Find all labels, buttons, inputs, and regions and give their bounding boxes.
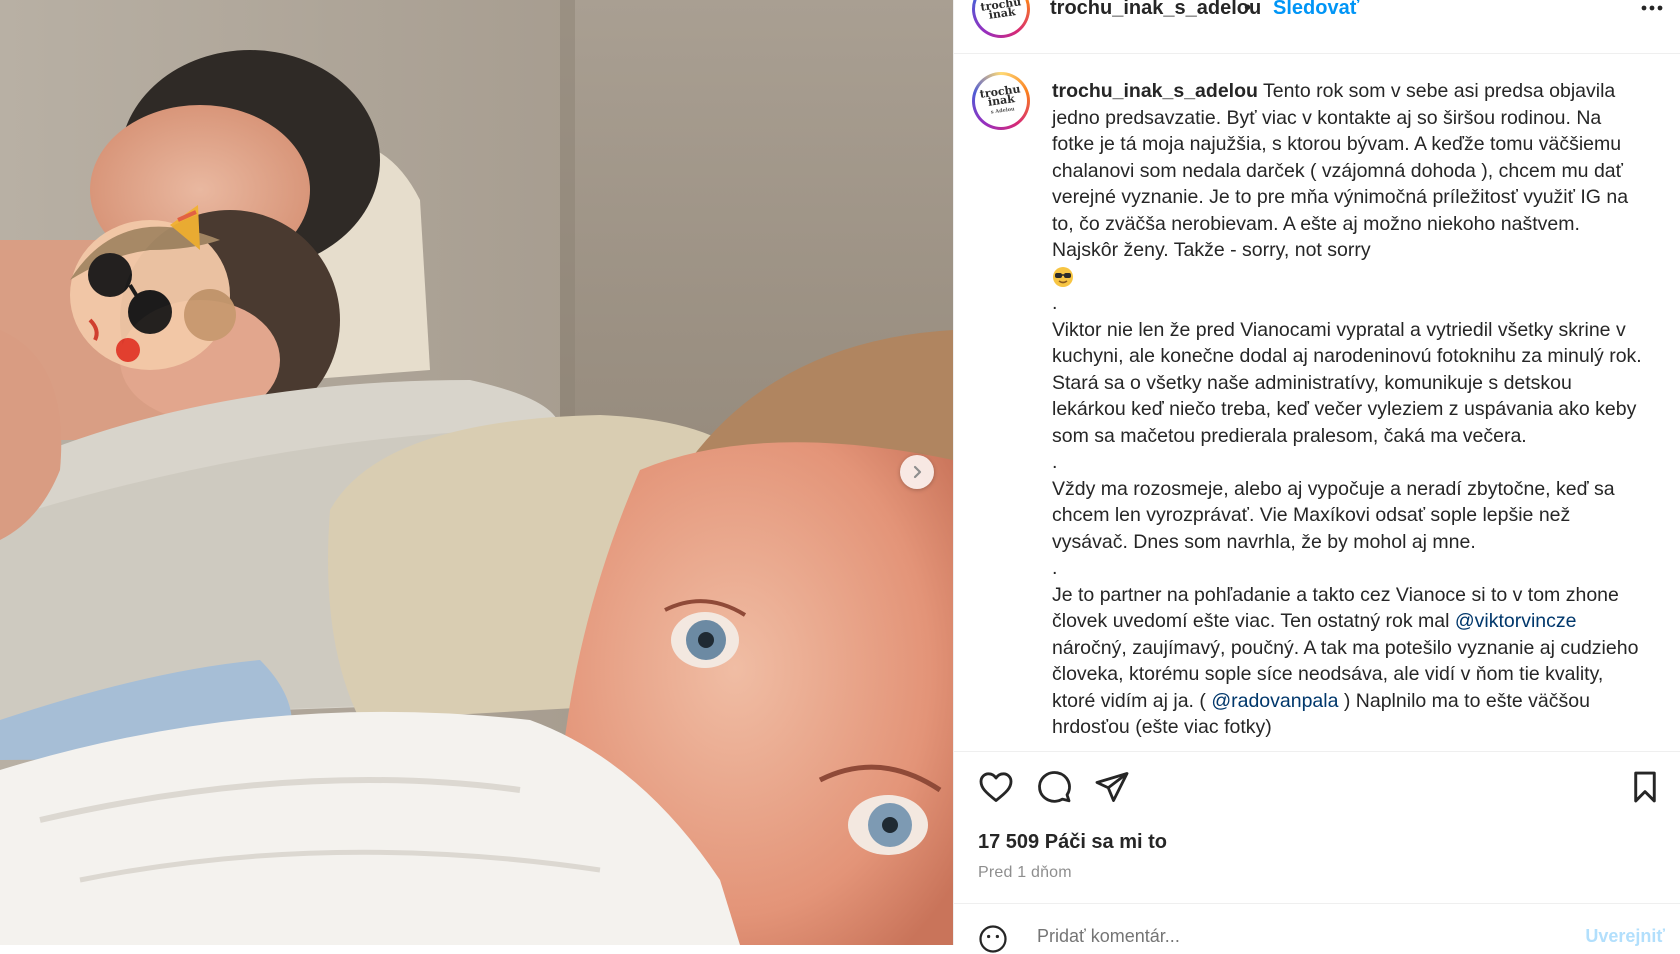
caption-paragraph-3: Vždy ma rozosmeje, alebo aj vypočuje a n…	[1052, 477, 1615, 553]
send-icon[interactable]	[1094, 770, 1130, 804]
post-sidebar: trochu inak trochu_inak_s_adelou • Sledo…	[953, 0, 1680, 953]
post-header: trochu inak trochu_inak_s_adelou • Sledo…	[954, 0, 1680, 54]
caption-area[interactable]: trochu inak s Adelou trochu_inak_s_adelo…	[954, 54, 1680, 751]
post-timestamp: Pred 1 dňom	[978, 864, 1072, 881]
caption-author-avatar[interactable]: trochu inak s Adelou	[972, 72, 1030, 130]
bookmark-icon[interactable]	[1629, 770, 1661, 804]
comment-icon[interactable]	[1036, 770, 1072, 804]
mention-link[interactable]: @viktorvincze	[1455, 610, 1577, 632]
author-username[interactable]: trochu_inak_s_adelou	[1050, 0, 1261, 20]
follow-button[interactable]: Sledovať	[1273, 0, 1359, 20]
author-avatar[interactable]: trochu inak	[972, 0, 1030, 38]
caption-dot-3: .	[1052, 557, 1058, 579]
smile-icon[interactable]	[978, 924, 1008, 954]
heart-icon[interactable]	[978, 770, 1014, 804]
post-actions: 17 509 Páči sa mi to Pred 1 dňom	[954, 751, 1680, 902]
post-photo[interactable]	[0, 0, 953, 945]
caption-paragraph-2: Viktor nie len že pred Vianocami vyprata…	[1052, 318, 1642, 447]
comment-input[interactable]	[1037, 926, 1517, 947]
caption-text: trochu_inak_s_adelou Tento rok som v seb…	[1052, 78, 1647, 741]
more-horizontal-icon[interactable]	[1639, 0, 1665, 18]
caption-dot-1: .	[1052, 292, 1058, 314]
caption-dot-2: .	[1052, 451, 1058, 473]
caption-paragraph-1: Tento rok som v sebe asi predsa objavila…	[1052, 80, 1629, 261]
mention-link[interactable]: @radovanpala	[1211, 690, 1338, 712]
avatar-logo: trochu inak s Adelou	[978, 81, 1021, 116]
chevron-right-icon	[913, 465, 922, 479]
post-comment-button[interactable]: Uverejniť	[1585, 926, 1665, 947]
photo-illustration	[0, 0, 953, 945]
carousel-next-button[interactable]	[900, 455, 934, 489]
cool-face-emoji-icon	[1053, 267, 1073, 288]
caption-username[interactable]: trochu_inak_s_adelou	[1052, 80, 1258, 102]
likes-count[interactable]: 17 509 Páči sa mi to	[978, 831, 1167, 854]
comment-bar: Uverejniť	[954, 903, 1680, 953]
separator-dot: •	[1244, 0, 1252, 19]
avatar-logo: trochu inak	[979, 0, 1022, 22]
